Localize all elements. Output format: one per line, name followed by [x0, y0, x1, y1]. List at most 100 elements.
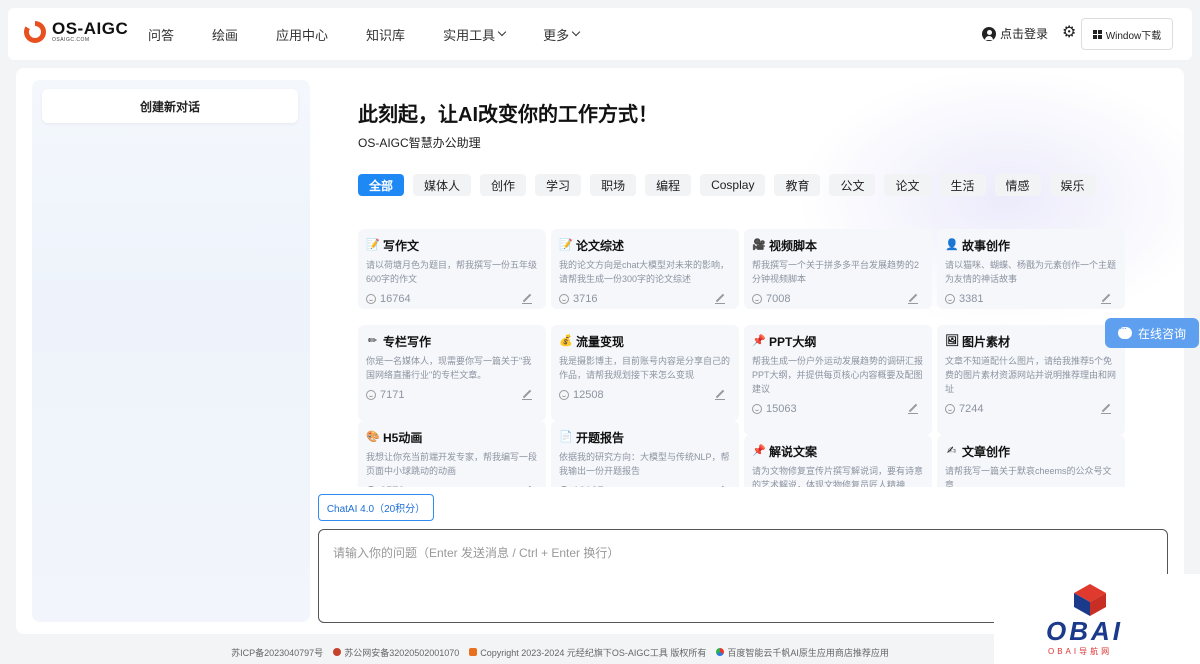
card-description: 请为文物修复宣传片撰写解说词，要有诗意的艺术解说，体现文物修复员匠人精神	[752, 466, 924, 487]
prompt-card[interactable]: ✍ 文章创作 请帮我写一篇关于默哀cheems的公众号文章	[937, 435, 1125, 487]
view-count-icon	[945, 404, 955, 414]
view-count-icon	[366, 390, 376, 400]
card-title: 写作文	[383, 238, 420, 253]
card-view-count: 12508	[573, 389, 604, 401]
category-tab[interactable]: 学习	[535, 174, 582, 196]
prompt-card[interactable]: 📌 解说文案 请为文物修复宣传片撰写解说词，要有诗意的艺术解说，体现文物修复员匠人精…	[744, 435, 932, 487]
category-tab[interactable]: Cosplay	[700, 174, 766, 196]
card-description: 请以荷塘月色为题目，帮我撰写一份五年级600字的作文	[366, 260, 538, 284]
prompt-card[interactable]: ✏ 专栏写作 你是一名媒体人，现需要你写一篇关于"我国网络直播行业"的专栏文章。 71…	[358, 325, 546, 421]
site-logo[interactable]: OS-AIGC OSAIGC.COM	[24, 20, 128, 43]
page-subtitle: OS-AIGC智慧办公助理	[358, 136, 481, 150]
online-consult-button[interactable]: 在线咨询	[1105, 318, 1199, 348]
card-title: PPT大纲	[769, 334, 817, 349]
card-icon: 💰	[559, 334, 573, 347]
card-description: 我的论文方向是chat大模型对未来的影响，请帮我生成一份300字的论文综述	[559, 260, 730, 284]
card-view-count: 7171	[380, 389, 405, 401]
edit-icon[interactable]	[715, 485, 725, 487]
top-header: OS-AIGC OSAIGC.COM 问答 绘画 应用中心 知识库 实用工具 更…	[8, 8, 1192, 60]
category-tab[interactable]: 生活	[939, 174, 986, 196]
nav-tools-dropdown[interactable]: 实用工具	[443, 25, 507, 44]
card-icon: 📝	[559, 238, 573, 251]
card-icon: 🖼	[945, 334, 959, 347]
card-icon: ✏	[367, 334, 378, 347]
category-tab[interactable]: 全部	[358, 174, 405, 196]
card-description: 文章不知道配什么图片，请给我推荐5个免费的图片素材资源网站并说明推荐理由和网址	[945, 356, 1117, 394]
icp-link[interactable]: 苏ICP备2023040797号	[231, 646, 323, 659]
edit-icon[interactable]	[522, 293, 532, 304]
prompt-card[interactable]: 🎨H5动画我想让你充当前端开发专家，帮我编写一段页面中小球跳动的动画 6570	[358, 421, 546, 487]
category-tab[interactable]: 创作	[480, 174, 527, 196]
card-icon: 🎥	[752, 238, 766, 251]
category-tab[interactable]: 编程	[645, 174, 692, 196]
edit-icon[interactable]	[715, 293, 725, 304]
windows-download-button[interactable]: Window下载	[1081, 18, 1173, 50]
nav-more-dropdown[interactable]: 更多	[543, 25, 581, 44]
edit-icon[interactable]	[715, 389, 725, 400]
category-tab[interactable]: 教育	[774, 174, 821, 196]
nav-qa[interactable]: 问答	[148, 25, 174, 44]
card-view-count: 7244	[959, 403, 984, 415]
prompt-card[interactable]: 📝 写作文请以荷塘月色为题目，帮我撰写一份五年级600字的作文 16764	[358, 229, 546, 309]
nav-app-center[interactable]: 应用中心	[276, 25, 328, 44]
cube-logo-icon	[1074, 584, 1106, 616]
card-description: 帮我生成一份户外运动发展趋势的调研汇报PPT大纲，并提供每页核心内容概要及配图建…	[752, 356, 924, 394]
police-link[interactable]: 苏公网安备32020502001070	[333, 646, 459, 659]
category-tab[interactable]: 情感	[994, 174, 1041, 196]
edit-icon[interactable]	[908, 293, 918, 304]
view-count-icon	[559, 294, 569, 304]
edit-icon[interactable]	[1101, 293, 1111, 304]
category-tab[interactable]: 职场	[590, 174, 637, 196]
copyright-text: Copyright 2023-2024 元经纪旗下OS-AIGC工具 版权所有	[469, 646, 706, 659]
login-button[interactable]: 点击登录	[982, 25, 1048, 42]
nav-knowledge-base[interactable]: 知识库	[366, 25, 405, 44]
card-icon: 📝	[366, 238, 380, 251]
prompt-card[interactable]: 🎥 视频脚本 帮我撰写一个关于拼多多平台发展趋势的2分钟视频脚本 7008	[744, 229, 932, 309]
prompt-card[interactable]: 📌 PPT大纲帮我生成一份户外运动发展趋势的调研汇报PPT大纲，并提供每页核心内容…	[744, 325, 932, 435]
card-view-count: 16764	[380, 293, 411, 305]
card-icon: 📌	[752, 334, 766, 347]
category-tab[interactable]: 娱乐	[1049, 174, 1096, 196]
prompt-placeholder: 请输入你的问题（Enter 发送消息 / Ctrl + Enter 换行）	[333, 546, 620, 560]
card-icon: ✍	[946, 444, 957, 457]
category-tab[interactable]: 媒体人	[413, 174, 472, 196]
chevron-down-icon	[497, 27, 507, 37]
category-tabs: 全部 媒体人 创作 学习 职场 编程 Cosplay 教育 公文 论文 生活 情感 娱乐	[358, 174, 1105, 196]
card-title: 文章创作	[962, 444, 1011, 459]
new-chat-button[interactable]: 创建新对话	[42, 89, 298, 123]
prompt-card[interactable]: 📝 论文综述我的论文方向是chat大模型对未来的影响，请帮我生成一份300字的论文…	[551, 229, 739, 309]
edit-icon[interactable]	[908, 403, 918, 414]
edit-icon[interactable]	[522, 389, 532, 400]
card-title: 论文综述	[576, 238, 625, 253]
card-title: 故事创作	[962, 238, 1011, 253]
prompt-card-grid: 📝 写作文 请以荷塘月色为题目，帮我撰写一份五年级600字的作文 16764 📝 论文综述…	[358, 229, 1128, 487]
card-title: 开题报告	[576, 430, 625, 445]
prompt-card[interactable]: 🖼 图片素材 文章不知道配什么图片，请给我推荐5个免费的图片素材资源网站并说明推荐理…	[937, 325, 1125, 435]
logo-subtitle: OSAIGC.COM	[52, 37, 90, 43]
gear-icon[interactable]: ⚙	[1062, 25, 1076, 41]
card-description: 请以猫咪、蝴蝶、杨戬为元素创作一个主题为友情的神话故事	[945, 260, 1117, 284]
prompt-card[interactable]: 👤 故事创作 请以猫咪、蝴蝶、杨戬为元素创作一个主题为友情的神话故事 3381	[937, 229, 1125, 309]
prompt-card[interactable]: 📄开题报告依据我的研究方向：大模型与传统NLP，帮我输出一份开题报告 10127	[551, 421, 739, 487]
model-selector-button[interactable]: ChatAI 4.0（20积分）	[318, 494, 434, 521]
category-tab[interactable]: 论文	[884, 174, 931, 196]
card-description: 依据我的研究方向：大模型与传统NLP，帮我输出一份开题报告	[559, 452, 730, 476]
category-tab[interactable]: 公文	[829, 174, 876, 196]
baidu-cloud-icon	[716, 648, 725, 656]
main-panel: 创建新对话 此刻起，让AI改变你的工作方式！ OS-AIGC智慧办公助理 全部媒…	[16, 68, 1184, 634]
baidu-link[interactable]: 百度智能云千帆AI原生应用商店推荐应用	[716, 646, 889, 659]
edit-icon[interactable]	[1101, 403, 1111, 414]
page-headline: 此刻起，让AI改变你的工作方式！	[358, 104, 658, 126]
card-title: 视频脚本	[769, 238, 818, 253]
card-view-count: 3381	[959, 293, 984, 305]
chevron-down-icon	[571, 27, 581, 37]
sidebar: 创建新对话	[32, 80, 310, 622]
nav-drawing[interactable]: 绘画	[212, 25, 238, 44]
view-count-icon	[752, 294, 762, 304]
edit-icon[interactable]	[522, 485, 532, 487]
view-count-icon	[559, 486, 569, 487]
user-icon	[982, 26, 996, 41]
view-count-icon	[752, 404, 762, 414]
logo-mark-icon	[24, 20, 46, 43]
prompt-card[interactable]: 💰 流量变现 我是摄影博主，目前账号内容是分享自己的作品，请帮我规划接下来怎么变现 1…	[551, 325, 739, 421]
